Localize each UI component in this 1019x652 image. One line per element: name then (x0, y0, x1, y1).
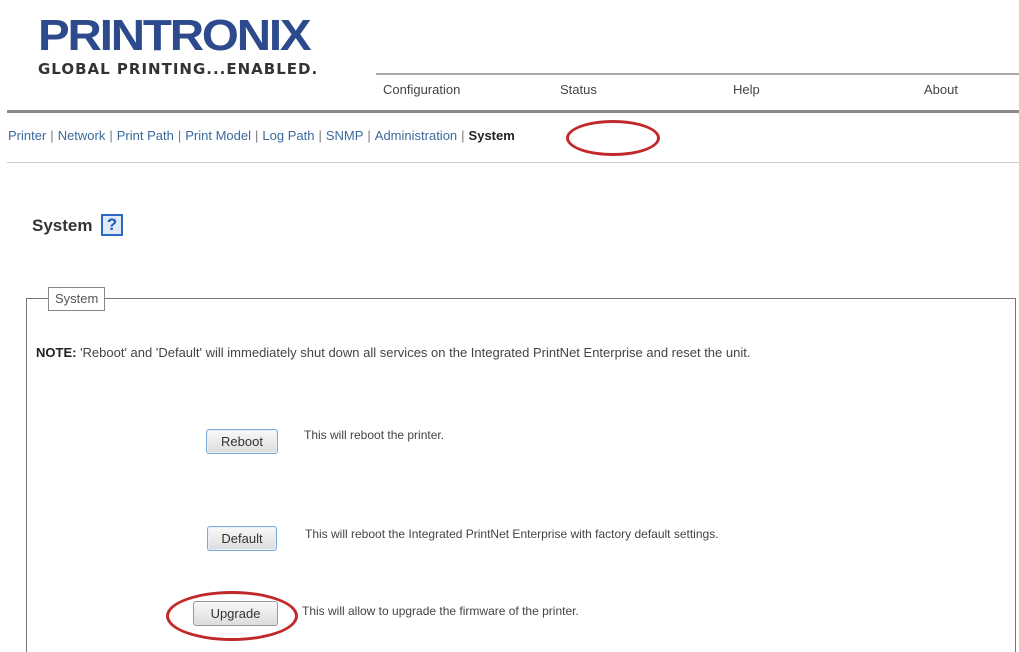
subnav-print-path[interactable]: Print Path (117, 128, 174, 143)
top-menu-divider (376, 73, 1019, 75)
subnav-log-path[interactable]: Log Path (262, 128, 314, 143)
printronix-logo[interactable]: PRINTRONIX GLOBAL PRINTING...ENABLED. (38, 11, 338, 79)
subnav-system[interactable]: System (469, 128, 515, 143)
top-menu-about[interactable]: About (924, 82, 958, 97)
page: PRINTRONIX GLOBAL PRINTING...ENABLED. Co… (0, 0, 1019, 652)
default-button[interactable]: Default (207, 526, 277, 551)
highlight-circle-system (566, 120, 660, 156)
subnav-separator: | (109, 128, 113, 143)
subnav-print-model[interactable]: Print Model (185, 128, 251, 143)
subnav-network[interactable]: Network (58, 128, 106, 143)
top-menu-help[interactable]: Help (733, 82, 760, 97)
subnav-divider (7, 162, 1019, 163)
highlight-circle-upgrade (166, 591, 298, 641)
subnav-snmp[interactable]: SNMP (326, 128, 364, 143)
page-title: System (32, 216, 93, 235)
subnav-separator: | (50, 128, 54, 143)
subnav-separator: | (461, 128, 465, 143)
subnav-separator: | (255, 128, 259, 143)
header-divider (7, 110, 1019, 113)
reboot-button[interactable]: Reboot (206, 429, 278, 454)
subnav-printer[interactable]: Printer (8, 128, 46, 143)
default-description: This will reboot the Integrated PrintNet… (305, 527, 719, 541)
top-menu-status[interactable]: Status (560, 82, 597, 97)
note-label: NOTE: (36, 345, 77, 360)
logo-brand-text: PRINTRONIX (38, 11, 312, 60)
subnav-administration[interactable]: Administration (375, 128, 457, 143)
subnav-separator: | (177, 128, 182, 143)
note-body: 'Reboot' and 'Default' will immediately … (76, 345, 751, 360)
sub-navigation: Printer | Network | Print Path | Print Model | L… (8, 128, 515, 148)
note-text: NOTE: 'Reboot' and 'Default' will immedi… (36, 345, 750, 360)
upgrade-description: This will allow to upgrade the firmware … (302, 604, 579, 618)
help-icon[interactable]: ? (101, 214, 123, 236)
subnav-separator: | (318, 128, 322, 143)
subnav-separator: | (367, 128, 371, 143)
fieldset-legend: System (48, 287, 106, 311)
top-menu: Configuration Status Help About (376, 82, 1019, 100)
top-menu-configuration[interactable]: Configuration (383, 82, 460, 97)
logo-tagline: GLOBAL PRINTING...ENABLED. (38, 60, 319, 78)
reboot-description: This will reboot the printer. (304, 428, 445, 442)
